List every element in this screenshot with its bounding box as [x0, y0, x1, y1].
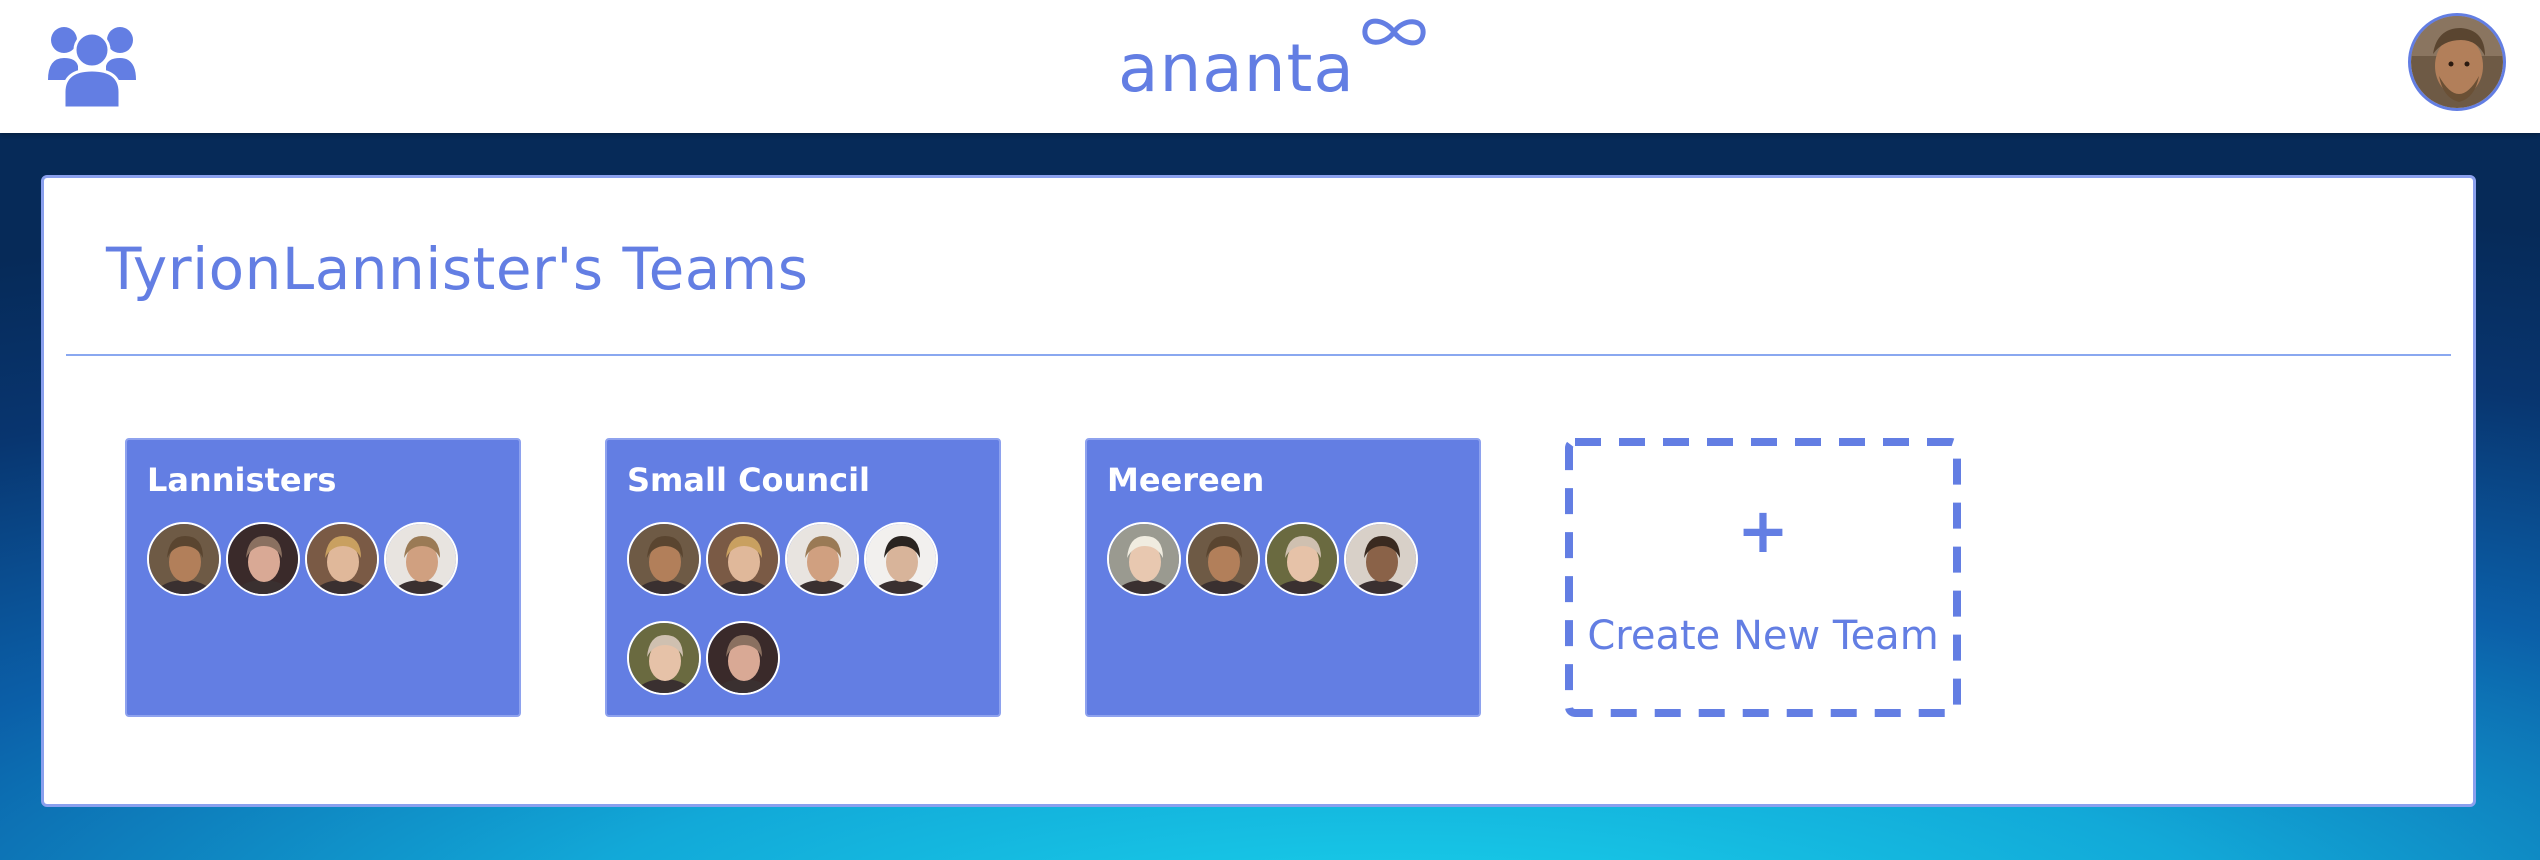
- infinity-icon: [1362, 18, 1426, 46]
- team-members: [1107, 522, 1447, 621]
- littlefinger-avatar[interactable]: [864, 522, 938, 596]
- jaime-avatar[interactable]: [384, 522, 458, 596]
- user-avatar[interactable]: [2408, 13, 2506, 111]
- plus-icon: +: [1737, 494, 1789, 567]
- jaime-avatar[interactable]: [785, 522, 859, 596]
- grey-worm-avatar[interactable]: [1344, 522, 1418, 596]
- create-new-team-label: Create New Team: [1587, 613, 1939, 659]
- team-card-small-council[interactable]: Small Council: [605, 438, 1001, 717]
- create-new-team-button[interactable]: + Create New Team: [1565, 438, 1961, 717]
- daenerys-avatar[interactable]: [1107, 522, 1181, 596]
- cersei-avatar[interactable]: [305, 522, 379, 596]
- dashed-border: [1565, 438, 1961, 717]
- tywin-avatar[interactable]: [226, 522, 300, 596]
- team-card-lannisters[interactable]: Lannisters: [125, 438, 521, 717]
- logo-text: ananta: [1118, 30, 1355, 107]
- divider: [66, 354, 2451, 356]
- team-members: [627, 522, 967, 720]
- varys-avatar[interactable]: [1265, 522, 1339, 596]
- users-group-icon[interactable]: [46, 20, 138, 108]
- tywin-avatar[interactable]: [706, 621, 780, 695]
- varys-avatar[interactable]: [627, 621, 701, 695]
- tyrion-avatar[interactable]: [627, 522, 701, 596]
- tyrion-avatar[interactable]: [1186, 522, 1260, 596]
- team-name: Lannisters: [147, 461, 337, 499]
- app-logo[interactable]: ananta: [1118, 10, 1429, 110]
- teams-panel: TyrionLannister's Teams Lannisters Small…: [41, 175, 2476, 807]
- tyrion-avatar[interactable]: [147, 522, 221, 596]
- team-members: [147, 522, 487, 621]
- cersei-avatar[interactable]: [706, 522, 780, 596]
- page-title: TyrionLannister's Teams: [106, 235, 809, 303]
- team-name: Meereen: [1107, 461, 1265, 499]
- top-navbar: ananta: [0, 0, 2540, 133]
- team-card-meereen[interactable]: Meereen: [1085, 438, 1481, 717]
- team-name: Small Council: [627, 461, 870, 499]
